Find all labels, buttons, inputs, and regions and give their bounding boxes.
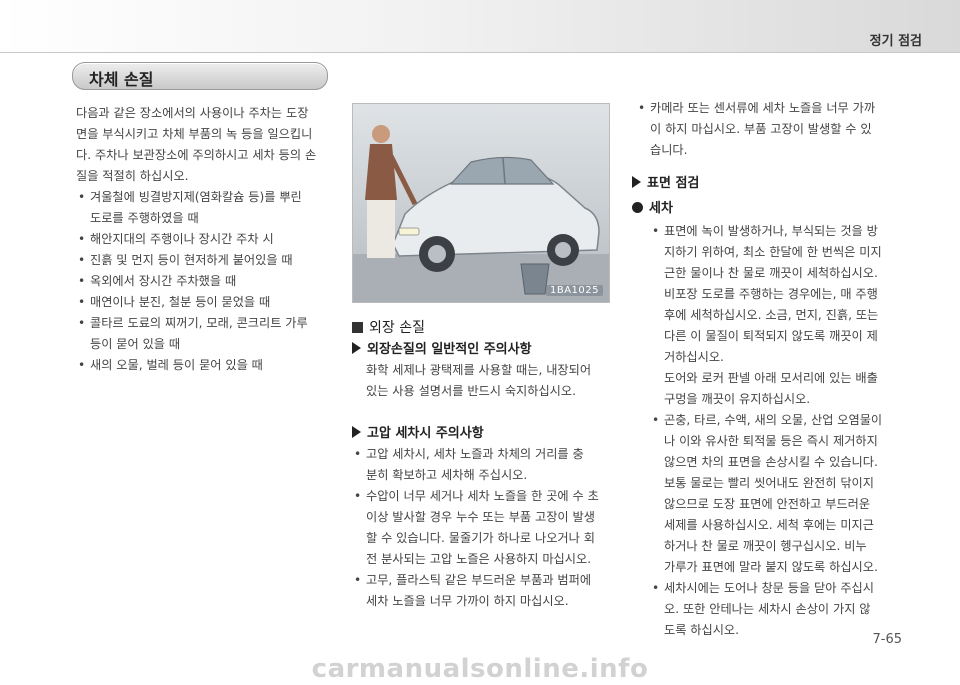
top-header-bar: 정기 점검 [0,0,960,53]
figure-code: 1BA1025 [545,285,603,296]
car-washing-illustration: 1BA1025 [352,103,610,303]
list-item-line: 새의 오물, 벌레 등이 묻어 있을 때 [90,358,263,372]
person-head [372,125,390,143]
list-item-line: 구멍을 깨끗이 유지하십시오. [664,392,811,406]
circle-bullet-icon [632,202,643,213]
list-item-line: 표면에 녹이 발생하거나, 부식되는 것을 방 [664,224,878,238]
list-item-line: 도어와 로커 판넬 아래 모서리에 있는 배출 [664,371,878,385]
list-item-line: 이상 발사할 경우 누수 또는 부품 고장이 발생 [366,510,595,524]
list-item-line: 않으면 차의 표면을 손상시킬 수 있습니다. [664,455,878,469]
list-item-line: 세제를 사용하십시오. 세척 후에는 미지근 [664,518,874,532]
right-column: 카메라 또는 센서류에 세차 노즐을 너무 가까 이 하지 마십시오. 부품 고… [632,98,908,641]
triangle-bullet-icon [352,426,361,438]
list-item: 표면에 녹이 발생하거나, 부식되는 것을 방 지하기 위하여, 최소 한달에 … [650,221,908,410]
list-item-line: 도록 하십시오. [664,623,740,637]
rear-hubcap [555,242,571,258]
washing-heading-text: 세차 [649,201,673,216]
list-item-line: 하거나 찬 물로 깨끗이 헹구십시오. 비누 [664,539,867,553]
list-item-line: 옥외에서 장시간 주차했을 때 [90,274,237,288]
list-item-line: 겨울철에 빙결방지제(염화칼슘 등)를 뿌린 [90,190,302,204]
list-item-line: 오. 또한 안테나는 세차시 손상이 가지 않 [664,602,871,616]
list-item-line: 보통 물로는 빨리 씻어내도 완전히 닦이지 [664,476,874,490]
person-body [365,144,397,200]
list-item-line: 매연이나 분진, 철분 등이 묻었을 때 [90,295,271,309]
washing-heading: 세차 [632,198,908,219]
list-item-line: 카메라 또는 센서류에 세차 노즐을 너무 가까 [650,101,876,115]
list-item-line: 후에 세척하십시오. 소금, 먼지, 진흙, 또는 [664,308,879,322]
general-caution-heading-text: 외장손질의 일반적인 주의사항 [367,342,532,357]
paragraph-line: 화학 세제나 광택제를 사용할 때는, 내장되어 [366,363,592,377]
triangle-bullet-icon [352,342,361,354]
list-item-line: 습니다. [650,143,688,157]
general-caution-heading: 외장손질의 일반적인 주의사항 [352,339,614,360]
surface-check-heading-text: 표면 점검 [647,176,700,191]
section-title-pill: 차체 손질 [72,62,328,90]
intro-line: 다음과 같은 장소에서의 사용이나 주차는 도장 [76,106,309,120]
chapter-title: 정기 점검 [869,34,922,49]
front-hubcap [428,245,446,263]
list-item: 해안지대의 주행이나 장시간 주차 시 [76,229,338,250]
list-item: 매연이나 분진, 철분 등이 묻었을 때 [76,292,338,313]
exterior-care-heading: 외장 손질 [352,318,614,339]
intro-line: 질을 적절히 하십시오. [76,169,189,183]
list-item: 고압 세차시, 세차 노즐과 차체의 거리를 충 분히 확보하고 세차해 주십시… [352,444,614,486]
list-item: 카메라 또는 센서류에 세차 노즐을 너무 가까 이 하지 마십시오. 부품 고… [636,98,908,161]
list-item-line: 이 하지 마십시오. 부품 고장이 발생할 수 있 [650,122,872,136]
section-title: 차체 손질 [89,70,154,89]
list-item-line: 도로를 주행하였을 때 [90,211,199,225]
left-column: 다음과 같은 장소에서의 사용이나 주차는 도장 면을 부식시키고 차체 부품의… [76,103,338,376]
list-item-line: 콜타르 도료의 찌꺼기, 모래, 콘크리트 가루 [90,316,308,330]
page-number: 7-65 [872,632,902,647]
list-item-line: 고무, 플라스틱 같은 부드러운 부품과 범퍼에 [366,573,592,587]
list-item-line: 거하십시오. [664,350,724,364]
list-item: 겨울철에 빙결방지제(염화칼슘 등)를 뿌린 도로를 주행하였을 때 [76,187,338,229]
list-item-line: 나 이와 유사한 퇴적물 등은 즉시 제거하지 [664,434,878,448]
list-item: 콜타르 도료의 찌꺼기, 모래, 콘크리트 가루 등이 묻어 있을 때 [76,313,338,355]
bucket [520,263,550,295]
list-item-line: 가루가 표면에 말라 붙지 않도록 하십시오. [664,560,878,574]
list-item: 수압이 너무 세거나 세차 노즐을 한 곳에 수 초 이상 발사할 경우 누수 … [352,486,614,570]
list-item: 고무, 플라스틱 같은 부드러운 부품과 범퍼에 세차 노즐을 너무 가까이 하… [352,570,614,612]
list-item-line: 진흙 및 먼지 등이 현저하게 붙어있을 때 [90,253,293,267]
list-item: 곤충, 타르, 수액, 새의 오물, 산업 오염물이 나 이와 유사한 퇴적물 … [650,410,908,578]
exterior-care-heading-text: 외장 손질 [369,320,425,336]
surface-check-heading: 표면 점검 [632,173,908,194]
intro-line: 면을 부식시키고 차체 부품의 녹 등을 일으킵니 [76,127,313,141]
watermark: carmanualsonline.info [311,654,649,684]
list-item-line: 수압이 너무 세거나 세차 노즐을 한 곳에 수 초 [366,489,599,503]
list-item: 새의 오물, 벌레 등이 묻어 있을 때 [76,355,338,376]
list-item-line: 세차 노즐을 너무 가까이 하지 마십시오. [366,594,569,608]
list-item-line: 분히 확보하고 세차해 주십시오. [366,468,528,482]
list-item-line: 않으므로 도장 표면에 안전하고 부드러운 [664,497,871,511]
list-item-line: 세차시에는 도어나 창문 등을 닫아 주십시 [664,581,874,595]
list-item-line: 곤충, 타르, 수액, 새의 오물, 산업 오염물이 [664,413,883,427]
list-item-line: 고압 세차시, 세차 노즐과 차체의 거리를 충 [366,447,584,461]
car-windows [449,156,555,185]
intro-line: 다. 주차나 보관장소에 주의하시고 세차 등의 손 [76,148,317,162]
car-illustration-svg [353,125,609,302]
list-item-line: 전 분사되는 고압 노즐은 사용하지 마십시오. [366,552,592,566]
list-item-line: 할 수 있습니다. 물줄기가 하나로 나오거나 회 [366,531,595,545]
headlight [398,227,420,236]
list-item-line: 비포장 도로를 주행하는 경우에는, 매 주행 [664,287,878,301]
square-bullet-icon [352,322,363,333]
high-pressure-heading-text: 고압 세차시 주의사항 [367,426,484,441]
list-item-line: 등이 묻어 있을 때 [90,337,181,351]
triangle-bullet-icon [632,176,641,188]
person-legs [367,200,395,258]
list-item: 진흙 및 먼지 등이 현저하게 붙어있을 때 [76,250,338,271]
list-item-line: 근한 물이나 찬 물로 깨끗이 세척하십시오. [664,266,878,280]
list-item-line: 지하기 위하여, 최소 한달에 한 번씩은 미지 [664,245,882,259]
middle-column: 외장 손질 외장손질의 일반적인 주의사항 화학 세제나 광택제를 사용할 때는… [352,318,614,612]
paragraph-line: 있는 사용 설명서를 반드시 숙지하십시오. [366,384,576,398]
list-item-line: 다른 이 물질이 퇴적되지 않도록 깨끗이 제 [664,329,878,343]
list-item: 세차시에는 도어나 창문 등을 닫아 주십시 오. 또한 안테나는 세차시 손상… [650,578,908,641]
list-item-line: 해안지대의 주행이나 장시간 주차 시 [90,232,274,246]
list-item: 옥외에서 장시간 주차했을 때 [76,271,338,292]
high-pressure-heading: 고압 세차시 주의사항 [352,423,614,444]
